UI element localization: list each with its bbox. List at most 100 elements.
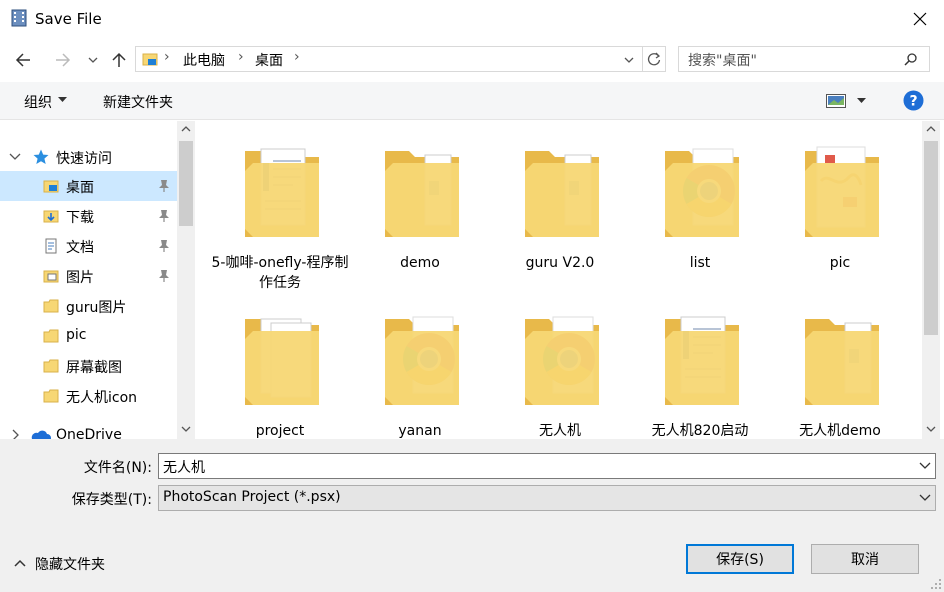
chevron-down-icon[interactable]	[919, 493, 931, 503]
scroll-thumb[interactable]	[179, 141, 193, 226]
chevron-right-icon[interactable]	[11, 429, 21, 439]
folder-icon	[805, 319, 879, 405]
pin-icon[interactable]	[158, 239, 170, 253]
scroll-down-icon[interactable]	[926, 425, 936, 433]
filetype-select[interactable]: PhotoScan Project (*.psx)	[158, 485, 936, 511]
folder-docs-icon	[665, 316, 739, 405]
filename-field[interactable]: 无人机	[158, 453, 936, 479]
file-item-label: yanan	[398, 423, 442, 439]
new-folder-button[interactable]: 新建文件夹	[103, 92, 173, 112]
svg-text:?: ?	[909, 94, 917, 110]
nav-scrollbar[interactable]	[177, 121, 195, 439]
file-item[interactable]: list	[630, 121, 770, 281]
scroll-down-icon[interactable]	[181, 425, 191, 433]
filename-label: 文件名(N):	[83, 460, 152, 476]
chevron-up-icon[interactable]	[14, 559, 26, 567]
help-icon[interactable]: ?	[903, 90, 924, 111]
file-item[interactable]: yanan	[350, 289, 490, 439]
organize-button[interactable]: 组织	[24, 92, 52, 112]
file-item-label: 5-咖啡-onefly-程序制作任务	[211, 255, 349, 291]
nav-item-label: 图片	[66, 270, 94, 286]
cancel-button[interactable]: 取消	[811, 544, 919, 574]
folder-chrome-icon	[665, 148, 739, 237]
close-button[interactable]	[896, 0, 944, 38]
search-icon[interactable]	[904, 52, 918, 66]
file-item-label: demo	[400, 255, 440, 271]
forward-arrow-icon[interactable]	[50, 48, 78, 72]
nav-item[interactable]: pic	[0, 321, 177, 351]
file-item[interactable]: 5-咖啡-onefly-程序制作任务	[210, 121, 350, 291]
pictures-folder-icon	[43, 270, 59, 283]
folder-icon	[385, 151, 459, 237]
folder-icon	[43, 389, 59, 403]
search-box[interactable]: 搜索"桌面"	[678, 46, 930, 72]
chevron-down-icon[interactable]	[84, 48, 102, 72]
back-arrow-icon[interactable]	[10, 48, 38, 72]
refresh-icon[interactable]	[646, 51, 662, 67]
onedrive-label[interactable]: OneDrive	[56, 427, 122, 439]
pc-folder-icon	[142, 53, 158, 66]
onedrive-cloud-icon	[31, 430, 51, 439]
file-item-label: 无人机820启动	[651, 423, 749, 439]
nav-item[interactable]: 无人机icon	[0, 381, 177, 411]
breadcrumb-desktop[interactable]: 桌面	[255, 50, 283, 70]
chevron-down-icon[interactable]	[919, 461, 931, 471]
view-options-icon[interactable]	[826, 94, 846, 108]
breadcrumb-this-pc[interactable]: 此电脑	[183, 50, 225, 70]
cancel-button-label: 取消	[851, 552, 879, 568]
hide-folders-toggle[interactable]: 隐藏文件夹	[35, 554, 105, 574]
search-input[interactable]: 搜索"桌面"	[688, 50, 757, 70]
nav-item[interactable]: 桌面	[0, 171, 177, 201]
file-item[interactable]: pic	[770, 121, 910, 281]
file-item[interactable]: guru V2.0	[490, 121, 630, 281]
file-item[interactable]: 无人机820启动	[630, 289, 770, 439]
desktop-folder-icon	[43, 180, 59, 193]
folder-icon	[43, 329, 59, 343]
nav-item[interactable]: guru图片	[0, 291, 177, 321]
chevron-down-icon[interactable]	[622, 53, 636, 67]
pin-icon[interactable]	[158, 269, 170, 283]
nav-item-label: 屏幕截图	[66, 360, 122, 376]
file-item[interactable]: 无人机demo	[770, 289, 910, 439]
file-item-label: list	[689, 255, 711, 271]
file-item[interactable]: demo	[350, 121, 490, 281]
file-view: 5-咖啡-onefly-程序制作任务 demo guru V2.0 list pic pr…	[197, 121, 922, 439]
save-button[interactable]: 保存(S)	[686, 544, 794, 574]
file-view-scrollbar[interactable]	[922, 121, 940, 439]
scroll-up-icon[interactable]	[926, 125, 936, 133]
file-item-label: pic	[829, 255, 851, 271]
filename-input[interactable]: 无人机	[163, 457, 205, 477]
caret-down-icon[interactable]	[58, 97, 67, 103]
folder-icon	[43, 359, 59, 373]
nav-item[interactable]: 图片	[0, 261, 177, 291]
quick-access-label[interactable]: 快速访问	[56, 148, 112, 168]
documents-folder-icon	[45, 238, 57, 254]
divider	[642, 47, 643, 71]
save-options-area: 文件名(N): 无人机 保存类型(T): PhotoScan Project (…	[0, 439, 944, 592]
nav-item[interactable]: 屏幕截图	[0, 351, 177, 381]
filetype-value: PhotoScan Project (*.psx)	[163, 489, 341, 505]
folder-chrome-icon	[525, 316, 599, 405]
folder-docs-icon	[245, 148, 319, 237]
file-item-label: 无人机	[539, 423, 581, 439]
chevron-down-icon[interactable]	[9, 152, 21, 162]
nav-item[interactable]: 文档	[0, 231, 177, 261]
breadcrumb-separator: ›	[164, 49, 170, 65]
file-item[interactable]: 无人机	[490, 289, 630, 439]
resize-grip-icon[interactable]	[930, 578, 942, 590]
caret-down-icon[interactable]	[857, 98, 866, 104]
up-arrow-icon[interactable]	[106, 48, 132, 72]
address-bar[interactable]: › 此电脑 › 桌面 ›	[135, 46, 666, 72]
film-app-icon	[11, 9, 27, 27]
save-button-label: 保存(S)	[716, 552, 764, 568]
scroll-up-icon[interactable]	[181, 125, 191, 133]
nav-item[interactable]: 下载	[0, 201, 177, 231]
pin-icon[interactable]	[158, 179, 170, 193]
pin-icon[interactable]	[158, 209, 170, 223]
file-item-label: 无人机demo	[799, 423, 881, 439]
nav-item-label: pic	[66, 327, 87, 343]
nav-item-label: 文档	[66, 240, 94, 256]
scroll-thumb[interactable]	[924, 141, 938, 335]
file-item[interactable]: project	[210, 289, 350, 439]
folder-chrome-icon	[385, 316, 459, 405]
